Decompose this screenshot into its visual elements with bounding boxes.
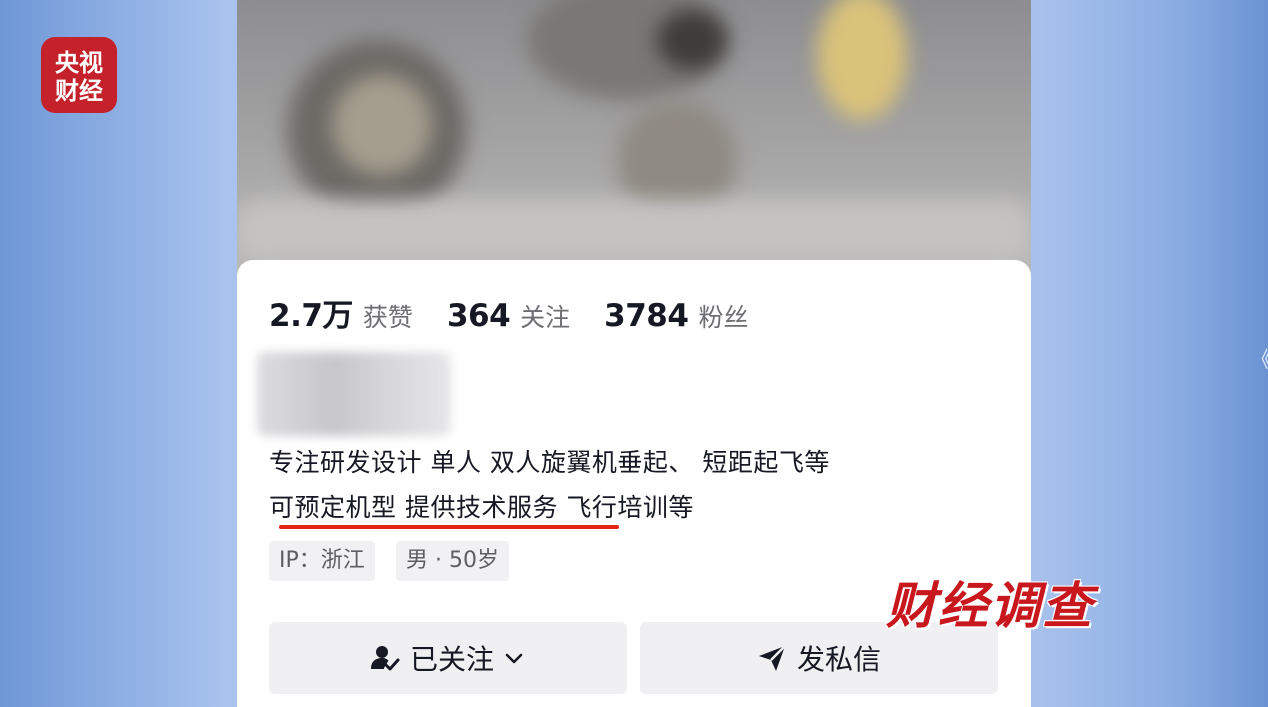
side-collapse-arrow[interactable]: 《 — [1250, 342, 1268, 374]
likes-label[interactable]: 获赞 — [363, 298, 413, 334]
followed-button[interactable]: 已关注 — [269, 622, 627, 694]
user-check-icon — [370, 643, 400, 673]
bio-line-1: 专注研发设计 单人 双人旋翼机垂起、 短距起飞等 — [269, 448, 830, 477]
ip-location-tag: IP：浙江 — [269, 541, 375, 581]
gender-age-tag: 男 · 50岁 — [396, 541, 509, 581]
highlight-underline — [279, 525, 619, 529]
profile-cover-image — [237, 0, 1031, 290]
followed-button-label: 已关注 — [409, 643, 494, 676]
followers-count: 3784 — [604, 298, 689, 334]
send-message-label: 发私信 — [796, 643, 881, 676]
profile-stats: 2.7万 获赞 364 关注 3784 粉丝 — [269, 290, 782, 335]
blurred-username — [257, 352, 451, 436]
chevron-down-icon — [502, 646, 526, 670]
program-title-watermark: 财经调查 — [886, 577, 1094, 635]
followers-label[interactable]: 粉丝 — [698, 298, 748, 334]
send-icon — [757, 643, 787, 673]
svg-text:财经: 财经 — [55, 77, 103, 105]
following-count: 364 — [446, 298, 511, 334]
bio-line-2: 可预定机型 提供技术服务 飞行培训等 — [269, 493, 694, 522]
profile-card: 2.7万 获赞 364 关注 3784 粉丝 专注研发设计 单人 双人旋翼机垂起… — [237, 260, 1031, 707]
cctv-finance-logo: 央视 财经 — [41, 37, 117, 113]
following-label[interactable]: 关注 — [520, 298, 570, 334]
likes-count: 2.7万 — [269, 298, 353, 334]
svg-text:央视: 央视 — [55, 49, 103, 77]
